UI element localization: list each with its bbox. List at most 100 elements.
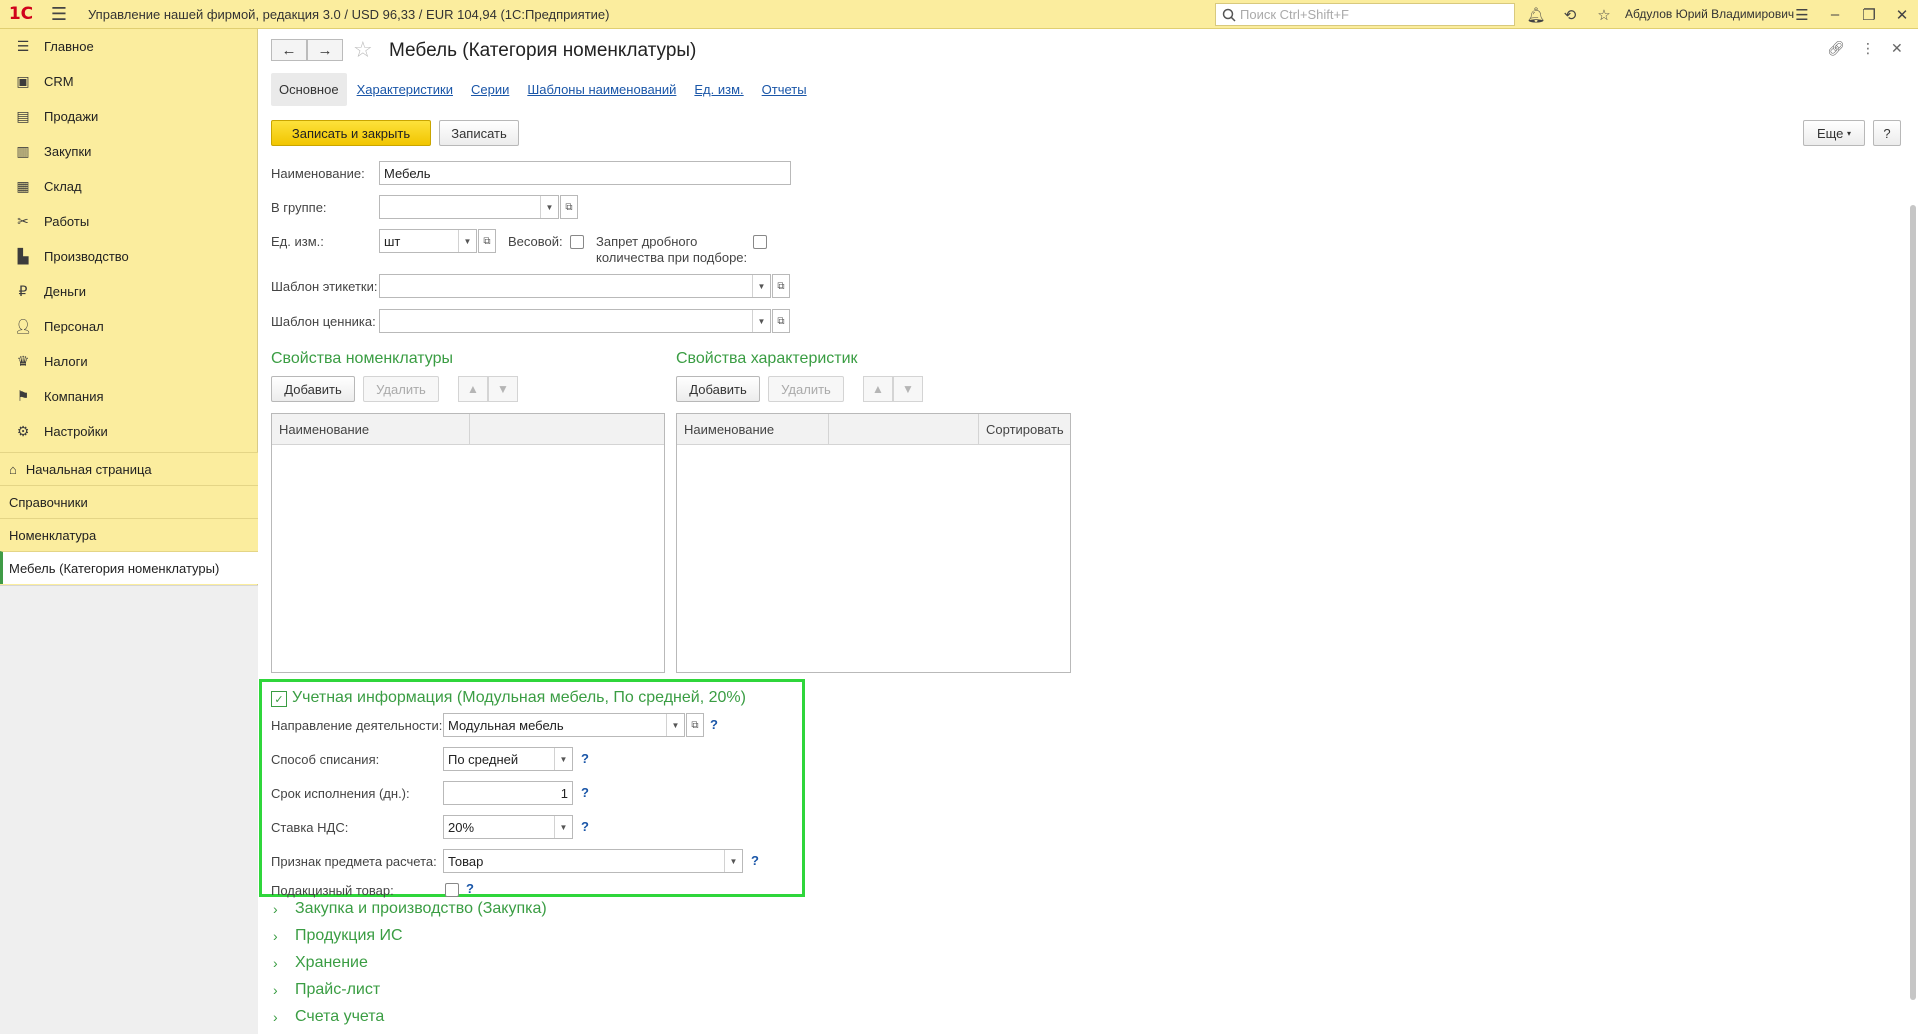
props-char-table[interactable]: Наименование Сортировать xyxy=(676,413,1071,673)
weight-checkbox[interactable] xyxy=(570,235,584,249)
save-close-button[interactable]: Записать и закрыть xyxy=(271,120,431,146)
help-question-icon[interactable]: ? xyxy=(581,785,589,800)
column-header[interactable] xyxy=(470,414,664,445)
help-question-icon[interactable]: ? xyxy=(710,717,718,732)
vertical-scrollbar[interactable] xyxy=(1909,169,1917,1034)
chevron-down-icon[interactable]: ▼ xyxy=(752,275,770,297)
group-purchase-production[interactable]: › Закупка и производство (Закупка) xyxy=(273,900,547,918)
sidebar-item-crm[interactable]: ▣ CRM xyxy=(0,64,257,99)
sidebar-item-settings[interactable]: ⚙ Настройки xyxy=(0,414,257,449)
label-template-field[interactable]: ▼ xyxy=(379,274,771,298)
forward-button[interactable]: → xyxy=(307,39,343,61)
arrow-up-icon[interactable]: ▲ xyxy=(863,376,893,402)
term-field[interactable]: 1 xyxy=(443,781,573,805)
close-form-icon[interactable]: ✕ xyxy=(1891,40,1903,57)
props-nom-table[interactable]: Наименование xyxy=(271,413,665,673)
writeoff-field[interactable]: По средней ▼ xyxy=(443,747,573,771)
history-icon[interactable]: ⟲ xyxy=(1558,3,1582,26)
sidebar-item-production[interactable]: ▙ Производство xyxy=(0,239,257,274)
help-question-icon[interactable]: ? xyxy=(751,853,759,868)
settings-menu-icon[interactable]: ☰ xyxy=(1790,3,1814,26)
tab-main[interactable]: Основное xyxy=(271,73,347,106)
arrow-down-icon[interactable]: ▼ xyxy=(893,376,923,402)
scrollbar-thumb[interactable] xyxy=(1910,205,1916,1000)
open-icon[interactable]: ⧉ xyxy=(478,229,496,253)
bell-icon[interactable]: 🔔︎ xyxy=(1524,3,1548,26)
arrow-down-icon[interactable]: ▼ xyxy=(488,376,518,402)
group-field[interactable]: ▼ xyxy=(379,195,559,219)
props-nom-delete-button[interactable]: Удалить xyxy=(363,376,439,402)
help-question-icon[interactable]: ? xyxy=(581,819,589,834)
accounting-group-header[interactable]: Учетная информация (Модульная мебель, По… xyxy=(292,689,746,707)
close-icon[interactable]: ✕ xyxy=(1890,3,1914,26)
direction-field[interactable]: Модульная мебель ▼ xyxy=(443,713,685,737)
props-nom-add-button[interactable]: Добавить xyxy=(271,376,355,402)
open-icon[interactable]: ⧉ xyxy=(560,195,578,219)
open-icon[interactable]: ⧉ xyxy=(686,713,704,737)
sidebar-item-money[interactable]: ₽ Деньги xyxy=(0,274,257,309)
group-is-products[interactable]: › Продукция ИС xyxy=(273,927,403,945)
sidebar-item-company[interactable]: ⚑ Компания xyxy=(0,379,257,414)
collapse-toggle-icon[interactable]: ✓ xyxy=(271,691,287,707)
tab-characteristics[interactable]: Характеристики xyxy=(349,73,461,106)
help-question-icon[interactable]: ? xyxy=(581,751,589,766)
name-field[interactable]: Мебель xyxy=(379,161,791,185)
group-storage[interactable]: › Хранение xyxy=(273,954,368,972)
vat-field[interactable]: 20% ▼ xyxy=(443,815,573,839)
sidebar-item-main[interactable]: ☰ Главное xyxy=(0,29,257,64)
link-icon[interactable]: 🔗︎ xyxy=(1827,40,1845,57)
more-vertical-icon[interactable]: ⋮ xyxy=(1861,40,1875,57)
column-header[interactable] xyxy=(829,414,979,445)
open-window-furniture[interactable]: Мебель (Категория номенклатуры) xyxy=(0,551,258,584)
tab-series[interactable]: Серии xyxy=(463,73,517,106)
props-char-delete-button[interactable]: Удалить xyxy=(768,376,844,402)
chevron-down-icon[interactable]: ▼ xyxy=(554,748,572,770)
tab-name-templates[interactable]: Шаблоны наименований xyxy=(519,73,684,106)
arrow-up-icon[interactable]: ▲ xyxy=(458,376,488,402)
open-window-home[interactable]: ⌂ Начальная страница xyxy=(0,452,258,485)
group-price-list[interactable]: › Прайс-лист xyxy=(273,981,380,999)
sidebar-item-staff[interactable]: 👤︎ Персонал xyxy=(0,309,257,344)
search-input[interactable] xyxy=(1240,7,1510,22)
open-icon[interactable]: ⧉ xyxy=(772,274,790,298)
props-char-add-button[interactable]: Добавить xyxy=(676,376,760,402)
column-header[interactable]: Наименование xyxy=(272,414,470,445)
main-menu-icon[interactable]: ☰ xyxy=(42,0,76,29)
sidebar-item-works[interactable]: ✂ Работы xyxy=(0,204,257,239)
chevron-down-icon[interactable]: ▼ xyxy=(752,310,770,332)
column-header[interactable]: Сортировать xyxy=(979,414,1070,445)
favorites-star-icon[interactable]: ☆ xyxy=(1592,3,1616,26)
save-button[interactable]: Записать xyxy=(439,120,519,146)
sidebar-item-taxes[interactable]: ♛ Налоги xyxy=(0,344,257,379)
favorite-star-icon[interactable]: ☆ xyxy=(353,37,373,63)
help-button[interactable]: ? xyxy=(1873,120,1901,146)
chevron-down-icon[interactable]: ▼ xyxy=(540,196,558,218)
tab-units[interactable]: Ед. изм. xyxy=(686,73,751,106)
unit-field[interactable]: шт ▼ xyxy=(379,229,477,253)
sidebar-item-sales[interactable]: ▤ Продажи xyxy=(0,99,257,134)
sidebar-item-purchases[interactable]: ▥ Закупки xyxy=(0,134,257,169)
fraction-checkbox[interactable] xyxy=(753,235,767,249)
excise-checkbox[interactable] xyxy=(445,883,459,897)
more-button[interactable]: Еще ▾ xyxy=(1803,120,1865,146)
open-window-catalogs[interactable]: Справочники xyxy=(0,485,258,518)
sidebar-item-warehouse[interactable]: ▦ Склад xyxy=(0,169,257,204)
global-search[interactable] xyxy=(1215,3,1515,26)
price-template-field[interactable]: ▼ xyxy=(379,309,771,333)
sidebar-empty-area xyxy=(0,585,258,1034)
column-header[interactable]: Наименование xyxy=(677,414,829,445)
help-question-icon[interactable]: ? xyxy=(466,881,474,896)
tab-reports[interactable]: Отчеты xyxy=(754,73,815,106)
minimize-icon[interactable]: – xyxy=(1823,3,1847,26)
group-accounts[interactable]: › Счета учета xyxy=(273,1008,384,1026)
open-icon[interactable]: ⧉ xyxy=(772,309,790,333)
chevron-down-icon[interactable]: ▼ xyxy=(458,230,476,252)
chevron-down-icon[interactable]: ▼ xyxy=(666,714,684,736)
user-name[interactable]: Абдулов Юрий Владимирович xyxy=(1625,7,1794,21)
chevron-down-icon[interactable]: ▼ xyxy=(724,850,742,872)
back-button[interactable]: ← xyxy=(271,39,307,61)
restore-icon[interactable]: ❐ xyxy=(1857,3,1881,26)
subject-field[interactable]: Товар ▼ xyxy=(443,849,743,873)
open-window-nomenclature[interactable]: Номенклатура xyxy=(0,518,258,551)
chevron-down-icon[interactable]: ▼ xyxy=(554,816,572,838)
